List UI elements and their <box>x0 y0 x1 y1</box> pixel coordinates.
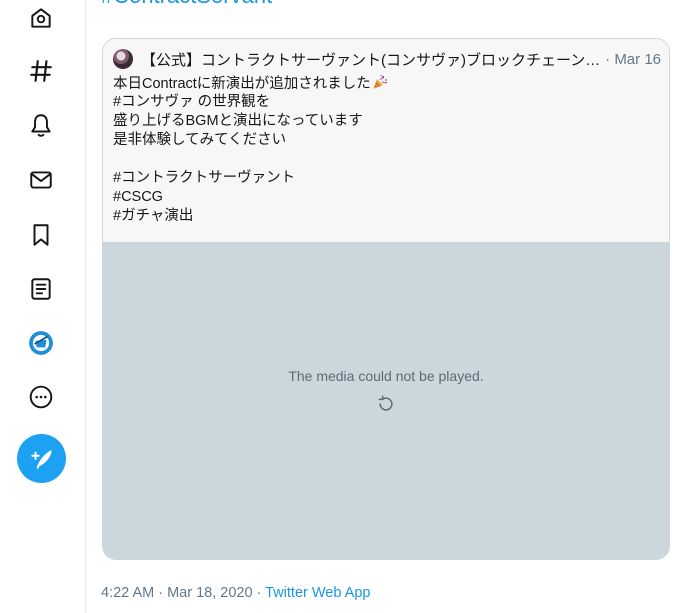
tweet-meta: 4:22 AM · Mar 18, 2020 · Twitter Web App <box>101 585 371 601</box>
hashtag-icon[interactable] <box>27 57 55 85</box>
quoted-tweet-card[interactable]: 【公式】コントラクトサーヴァント(コンサヴァ)ブロックチェーンゲーム · Mar… <box>102 38 670 560</box>
sidebar-nav <box>0 0 86 613</box>
compose-tweet-icon[interactable] <box>17 434 66 483</box>
tweet-text-line: #コンサヴァ の世界観を <box>113 94 271 110</box>
media-error-message: The media could not be played. <box>288 368 484 384</box>
tweet-text-line: #CSCG <box>113 189 163 205</box>
tweet-text-line <box>113 150 661 169</box>
tweet-timestamp[interactable]: 4:22 AM · Mar 18, 2020 <box>101 585 253 601</box>
tweet-text-line: #ガチャ演出 <box>113 208 194 224</box>
tweet-date[interactable]: · Mar 16 <box>605 51 661 68</box>
author-name[interactable]: 【公式】コントラクトサーヴァント(コンサヴァ)ブロックチェーンゲーム <box>141 49 601 70</box>
tweet-text-line: 是非体験してみてください <box>113 132 287 148</box>
profile-avatar-icon[interactable] <box>27 329 55 357</box>
home-icon[interactable] <box>27 4 55 32</box>
tweet-source-link[interactable]: Twitter Web App <box>265 585 370 601</box>
bell-icon[interactable] <box>27 111 55 139</box>
tweet-detail-page: #ContractServant <box>0 0 687 613</box>
mail-icon[interactable] <box>27 166 55 194</box>
quoted-tweet-body: 【公式】コントラクトサーヴァント(コンサヴァ)ブロックチェーンゲーム · Mar… <box>103 39 669 242</box>
quoted-tweet-text: 本日Contractに新演出が追加されました #コンサヴァ の世界観を 盛り上げ… <box>113 74 661 226</box>
tweet-text-line: 盛り上げるBGMと演出になっています <box>113 113 363 129</box>
retry-icon[interactable] <box>376 394 396 414</box>
party-popper-icon <box>372 75 388 89</box>
more-icon[interactable] <box>27 383 55 411</box>
tweet-text-line: #コントラクトサーヴァント <box>113 170 296 186</box>
hashtag-link[interactable]: #ContractServant <box>101 0 272 8</box>
author-avatar[interactable] <box>113 49 133 69</box>
list-icon[interactable] <box>27 275 55 303</box>
bookmark-icon[interactable] <box>27 221 55 249</box>
tweet-text-line: 本日Contractに新演出が追加されました <box>113 74 661 93</box>
media-player[interactable]: The media could not be played. <box>103 242 669 559</box>
quoted-tweet-header: 【公式】コントラクトサーヴァント(コンサヴァ)ブロックチェーンゲーム · Mar… <box>113 49 661 69</box>
